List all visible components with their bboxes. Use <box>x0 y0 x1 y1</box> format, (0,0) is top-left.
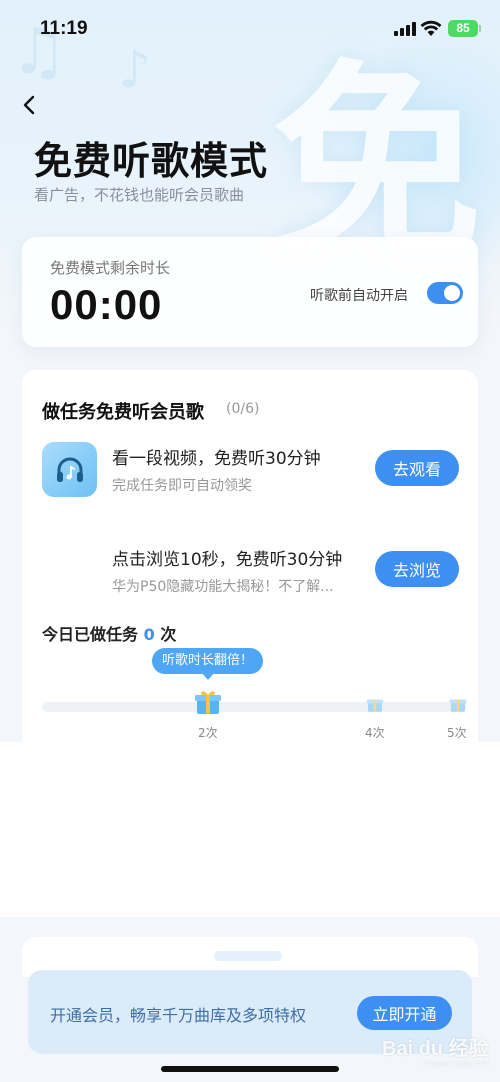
wifi-icon <box>420 20 442 36</box>
page-subtitle: 看广告，不花钱也能听会员歌曲 <box>34 186 245 204</box>
page-title: 免费听歌模式 <box>34 139 269 183</box>
task-item-browse: 点击浏览10秒，免费听30分钟 华为P50隐藏功能大揭秘！不了解... 去浏览 <box>22 543 478 613</box>
task-progress-track <box>42 702 466 712</box>
gift-icon[interactable] <box>449 695 467 713</box>
baidu-watermark: Bai du 经验 jingyan.baidu.com <box>382 1032 489 1068</box>
cellular-signal-icon <box>394 22 416 36</box>
auto-enable-toggle[interactable] <box>427 282 463 304</box>
today-tasks-suffix: 次 <box>160 625 177 644</box>
today-tasks-count: 0 <box>143 625 155 644</box>
watermark-text: Bai du 经验 <box>382 1038 489 1060</box>
task-progress-count: (0/6) <box>226 401 260 417</box>
chevron-left-icon <box>23 95 35 115</box>
auto-enable-label: 听歌前自动开启 <box>310 288 408 304</box>
blank-panel <box>0 742 500 917</box>
task-section-title: 做任务免费听会员歌 <box>42 402 204 423</box>
task-name: 点击浏览10秒，免费听30分钟 <box>112 550 343 570</box>
step-label: 5次 <box>447 726 467 740</box>
task-name: 看一段视频，免费听30分钟 <box>112 449 321 469</box>
today-tasks-label: 今日已做任务 0 次 <box>42 621 176 645</box>
today-tasks-prefix: 今日已做任务 <box>42 625 139 644</box>
remaining-time-label: 免费模式剩余时长 <box>50 259 171 277</box>
vip-banner-text: 开通会员，畅享千万曲库及多项特权 <box>50 1006 307 1025</box>
battery-icon: 85 <box>448 20 481 37</box>
step-label: 2次 <box>198 726 218 740</box>
toggle-knob <box>444 285 460 301</box>
task-description: 华为P50隐藏功能大揭秘！不了解... <box>112 579 334 595</box>
task-item-watch-video: 看一段视频，免费听30分钟 完成任务即可自动领奖 去观看 <box>22 442 478 512</box>
remaining-time-value: 00:00 <box>50 281 163 328</box>
section-header-pill <box>214 951 282 961</box>
gift-icon[interactable] <box>366 695 384 713</box>
headphones-icon <box>42 442 97 497</box>
task-card: 做任务免费听会员歌 (0/6) 看一段视频，免费听30分钟 完成任务即可自动领奖… <box>22 370 478 742</box>
step-label: 4次 <box>365 726 385 740</box>
home-indicator[interactable] <box>161 1066 339 1072</box>
task-description: 完成任务即可自动领奖 <box>112 478 252 494</box>
status-bar: 11:19 85 <box>0 0 500 60</box>
gift-icon[interactable] <box>194 688 222 716</box>
watch-video-button[interactable]: 去观看 <box>375 450 459 486</box>
free-time-card: 免费模式剩余时长 00:00 听歌前自动开启 <box>22 237 478 347</box>
status-time: 11:19 <box>40 18 88 39</box>
watermark-url: jingyan.baidu.com <box>424 1059 489 1068</box>
double-time-tip: 听歌时长翻倍！ <box>152 648 264 680</box>
open-vip-button[interactable]: 立即开通 <box>357 996 452 1030</box>
back-button[interactable] <box>14 90 44 120</box>
browse-button[interactable]: 去浏览 <box>375 551 459 587</box>
